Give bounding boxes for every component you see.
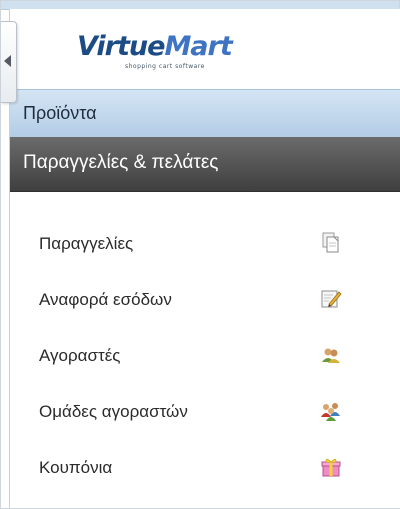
logo-tagline: shopping cart software <box>125 63 205 70</box>
submenu-item-coupons-label: Κουπόνια <box>39 458 113 477</box>
shopper-groups-icon <box>321 403 340 421</box>
shoppers-icon <box>322 348 340 363</box>
submenu-item-shopper-groups-label: Ομάδες αγοραστών <box>39 402 188 421</box>
collapse-menu-tab[interactable] <box>1 21 17 103</box>
admin-menu-frame: VirtueMart shopping cart software Προϊόν… <box>0 0 400 509</box>
submenu-item-revenue-report[interactable]: Αναφορά εσόδων <box>10 270 400 326</box>
logo-area: VirtueMart shopping cart software <box>10 9 400 89</box>
submenu-item-shoppers[interactable]: Αγοραστές <box>10 326 400 382</box>
menu-title-products[interactable]: Προϊόντα <box>10 89 400 138</box>
menu-title-products-label: Προϊόντα <box>23 103 97 123</box>
menu-title-orders-customers-label: Παραγγελίες & πελάτες <box>23 152 219 173</box>
submenu-item-shoppers-label: Αγοραστές <box>39 346 121 365</box>
menu-title-orders-customers[interactable]: Παραγγελίες & πελάτες <box>10 137 400 192</box>
orders-documents-icon <box>322 232 339 253</box>
chevron-left-icon <box>4 55 11 67</box>
coupon-gift-icon <box>321 458 341 477</box>
submenu-item-orders[interactable]: Παραγγελίες <box>10 214 400 270</box>
report-edit-icon <box>321 290 342 308</box>
logo-wordmark: VirtueMart <box>77 31 233 62</box>
submenu-item-orders-label: Παραγγελίες <box>39 234 134 253</box>
submenu-item-shopper-groups[interactable]: Ομάδες αγοραστών <box>10 382 400 438</box>
submenu-item-revenue-report-label: Αναφορά εσόδων <box>39 290 172 309</box>
submenu-item-coupons[interactable]: Κουπόνια <box>10 438 400 494</box>
admin-menu-panel: VirtueMart shopping cart software Προϊόν… <box>9 9 400 508</box>
orders-customers-submenu: Παραγγελίες Αναφορά εσόδων Αγοραστές Ομά… <box>10 214 400 494</box>
virtuemart-logo[interactable]: VirtueMart shopping cart software <box>75 29 245 77</box>
